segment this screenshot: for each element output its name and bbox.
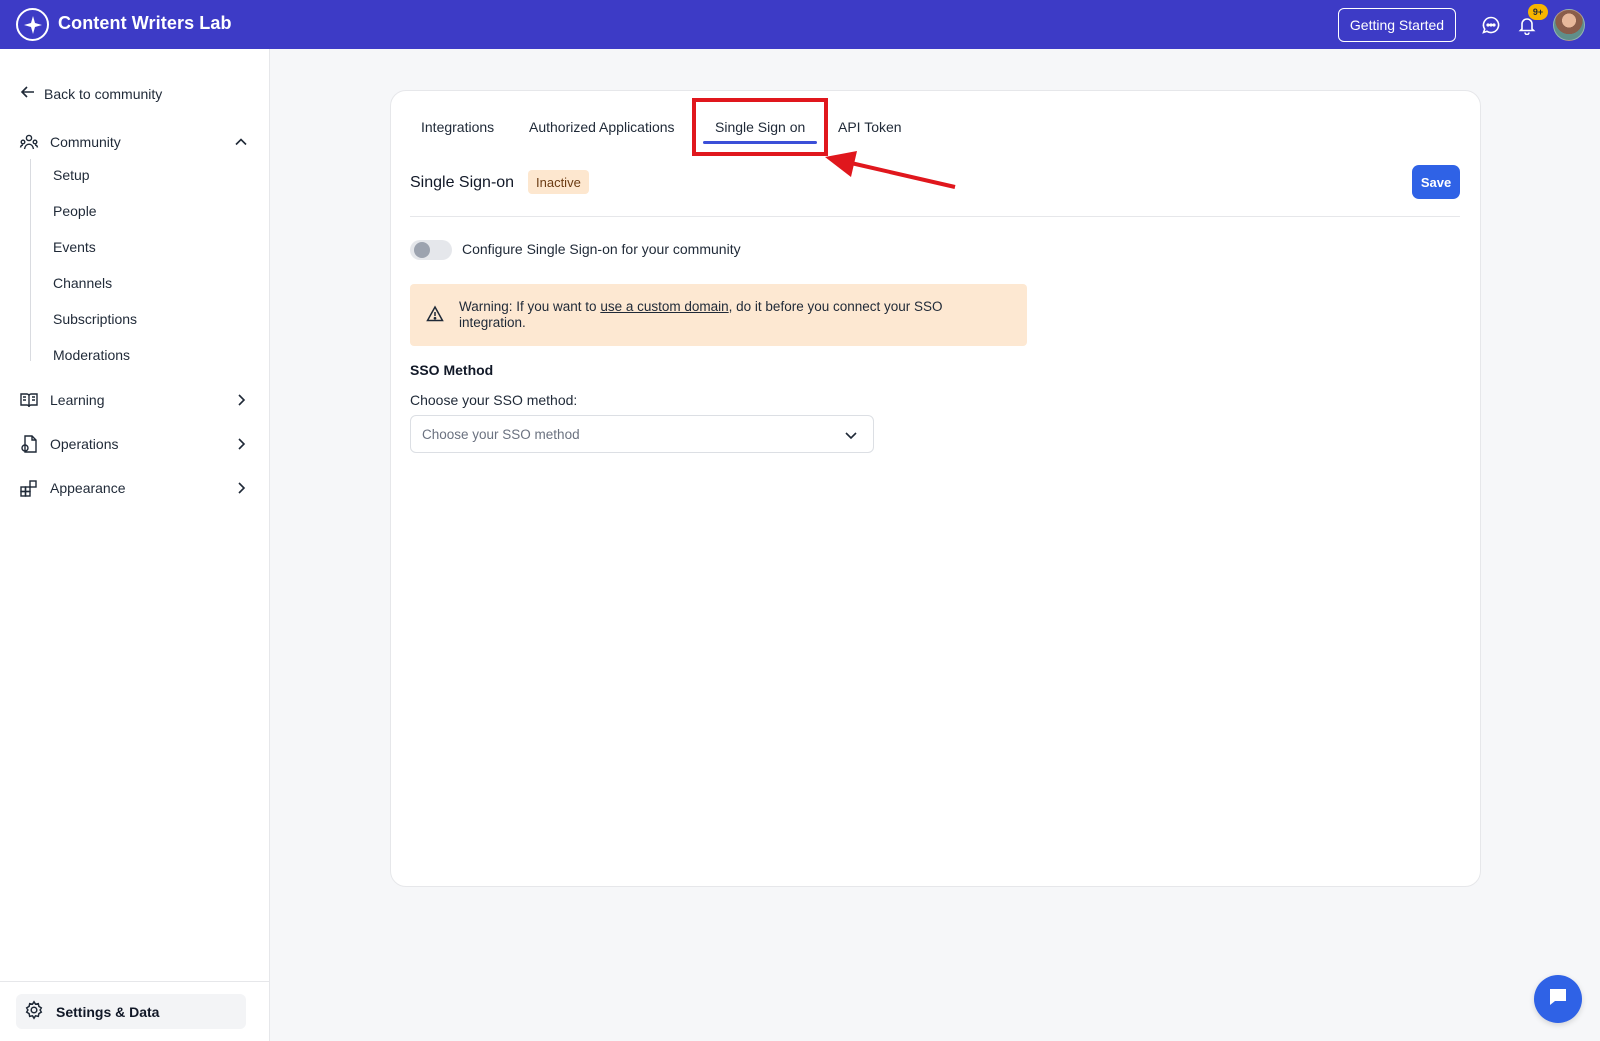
sso-method-label: Choose your SSO method: <box>410 392 578 408</box>
tab-integrations[interactable]: Integrations <box>421 119 494 135</box>
header-divider <box>410 216 1460 217</box>
sidebar-item-moderations[interactable]: Moderations <box>53 347 130 363</box>
chat-bubble-icon <box>1546 985 1570 1014</box>
settings-label: Settings & Data <box>56 1003 160 1020</box>
warning-prefix: Warning: If you want to <box>459 299 601 314</box>
chevron-down-icon <box>843 427 859 443</box>
toggle-knob <box>414 242 430 258</box>
page-title: Single Sign-on <box>410 174 515 191</box>
chevron-up-icon[interactable] <box>232 133 250 151</box>
sidebar-item-label: Learning <box>50 392 105 408</box>
chat-icon[interactable] <box>1480 14 1502 36</box>
sidebar: Back to community Community Setup People… <box>0 49 270 1041</box>
avatar[interactable] <box>1553 9 1585 41</box>
logo-icon[interactable] <box>16 8 49 41</box>
sidebar-item-community[interactable]: Community <box>18 129 250 155</box>
warning-icon <box>426 305 444 328</box>
sidebar-item-setup[interactable]: Setup <box>53 167 90 183</box>
sidebar-item-people[interactable]: People <box>53 203 97 219</box>
sidebar-item-appearance[interactable]: Appearance <box>18 475 250 501</box>
save-button[interactable]: Save <box>1412 165 1460 199</box>
top-bar: Content Writers Lab Getting Started 9+ <box>0 0 1600 49</box>
sidebar-divider <box>0 981 270 982</box>
settings-card: Integrations Authorized Applications Sin… <box>390 90 1481 887</box>
status-badge: Inactive <box>528 170 589 194</box>
book-icon <box>18 389 40 411</box>
sidebar-item-label: Operations <box>50 436 119 452</box>
sidebar-item-operations[interactable]: Operations <box>18 431 250 457</box>
toggle-label: Configure Single Sign-on for your commun… <box>462 241 741 257</box>
sidebar-item-events[interactable]: Events <box>53 239 96 255</box>
tab-authorized-applications[interactable]: Authorized Applications <box>529 119 675 135</box>
custom-domain-link[interactable]: use a custom domain <box>600 299 728 314</box>
operations-icon <box>18 433 40 455</box>
annotation-arrow <box>825 151 956 189</box>
sso-method-select[interactable]: Choose your SSO method <box>410 415 874 453</box>
highlight-box <box>692 98 828 156</box>
arrow-left-icon <box>20 84 36 103</box>
chevron-right-icon[interactable] <box>232 479 250 497</box>
sidebar-item-label: Appearance <box>50 480 126 496</box>
sidebar-item-label: Community <box>50 134 121 150</box>
app-title[interactable]: Content Writers Lab <box>58 13 232 34</box>
notification-badge: 9+ <box>1528 4 1548 20</box>
community-icon <box>18 131 40 153</box>
sidebar-item-subscriptions[interactable]: Subscriptions <box>53 311 137 327</box>
chevron-right-icon[interactable] <box>232 435 250 453</box>
appearance-icon <box>18 477 40 499</box>
sso-toggle[interactable] <box>410 240 452 260</box>
warning-banner: Warning: If you want to use a custom dom… <box>410 284 1027 346</box>
back-to-community-link[interactable]: Back to community <box>20 84 162 103</box>
support-chat-button[interactable] <box>1534 975 1582 1023</box>
select-placeholder: Choose your SSO method <box>422 427 580 442</box>
back-label: Back to community <box>44 85 163 102</box>
chevron-right-icon[interactable] <box>232 391 250 409</box>
getting-started-button[interactable]: Getting Started <box>1338 8 1456 42</box>
sidebar-item-learning[interactable]: Learning <box>18 387 250 413</box>
settings-and-data-button[interactable]: Settings & Data <box>16 994 246 1029</box>
sso-method-heading: SSO Method <box>410 362 494 378</box>
community-submenu: Setup People Events Channels Subscriptio… <box>30 159 230 363</box>
sidebar-item-channels[interactable]: Channels <box>53 275 112 291</box>
gear-icon <box>24 1000 44 1023</box>
warning-text: Warning: If you want to use a custom dom… <box>459 299 999 331</box>
tab-api-token[interactable]: API Token <box>838 119 902 135</box>
